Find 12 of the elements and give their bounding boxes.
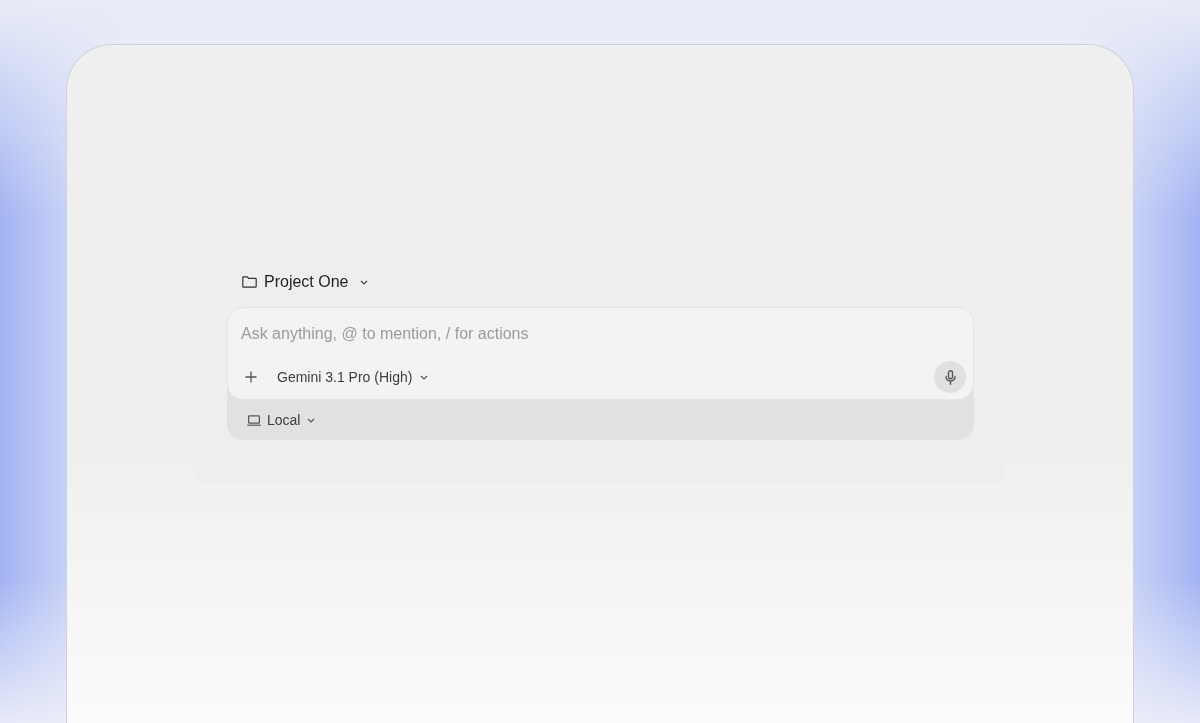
message-input[interactable]: Ask anything, @ to mention, / for actions xyxy=(228,324,966,344)
project-selector[interactable]: Project One xyxy=(242,270,369,294)
chevron-down-icon xyxy=(307,417,316,423)
chevron-down-icon xyxy=(360,279,369,285)
microphone-button[interactable] xyxy=(934,361,966,393)
folder-icon xyxy=(242,276,257,288)
plus-icon xyxy=(245,371,257,383)
laptop-icon xyxy=(247,414,261,426)
chevron-down-icon xyxy=(420,374,429,380)
environment-selector[interactable]: Local xyxy=(247,409,316,431)
microphone-icon xyxy=(944,369,956,385)
model-selector[interactable]: Gemini 3.1 Pro (High) xyxy=(277,366,429,388)
